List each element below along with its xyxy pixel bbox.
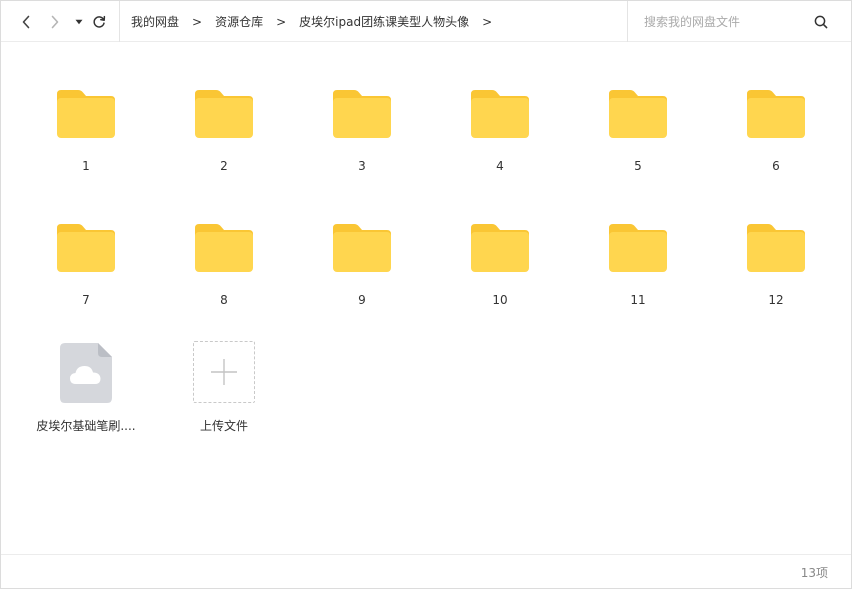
- folder-item[interactable]: 7: [26, 207, 146, 317]
- folder-item[interactable]: 1: [26, 73, 146, 183]
- search-input[interactable]: [644, 14, 804, 29]
- folder-icon: [747, 90, 805, 138]
- item-thumbnail: [194, 73, 254, 139]
- status-bar: 13项: [1, 554, 851, 588]
- folder-icon: [57, 224, 115, 272]
- breadcrumb-separator: >: [276, 14, 287, 29]
- item-name: 12: [768, 293, 784, 307]
- folder-item[interactable]: 3: [302, 73, 422, 183]
- item-name: 10: [492, 293, 508, 307]
- file-grid: 1 2 3 4 5 6 7 8 9 10 11 12 皮埃尔基础笔刷.... 上传文件: [1, 43, 851, 553]
- folder-item[interactable]: 11: [578, 207, 698, 317]
- folder-item[interactable]: 12: [716, 207, 836, 317]
- item-name: 6: [772, 159, 780, 173]
- upload-box[interactable]: [193, 341, 255, 403]
- item-name: 11: [630, 293, 646, 307]
- item-name: 2: [220, 159, 228, 173]
- item-name: 8: [220, 293, 228, 307]
- item-thumbnail: [608, 73, 668, 139]
- item-name: 5: [634, 159, 642, 173]
- file-browser-window: 我的网盘 > 资源仓库 > 皮埃尔ipad团练课美型人物头像 > 1234567…: [0, 0, 852, 589]
- folder-icon: [609, 90, 667, 138]
- toolbar: 我的网盘 > 资源仓库 > 皮埃尔ipad团练课美型人物头像 >: [1, 1, 851, 42]
- folder-icon: [195, 90, 253, 138]
- item-thumbnail: [746, 73, 806, 139]
- item-thumbnail: [470, 207, 530, 273]
- folder-item[interactable]: 2: [164, 73, 284, 183]
- folder-item[interactable]: 10: [440, 207, 560, 317]
- chevron-left-icon: [22, 15, 30, 29]
- item-name: 1: [82, 159, 90, 173]
- folder-item[interactable]: 6: [716, 73, 836, 183]
- folder-icon: [747, 224, 805, 272]
- file-item[interactable]: 皮埃尔基础笔刷....: [26, 337, 146, 447]
- item-thumbnail: [746, 207, 806, 273]
- folder-icon: [333, 224, 391, 272]
- history-dropdown-button[interactable]: [70, 13, 88, 31]
- item-thumbnail: [194, 207, 254, 273]
- search-icon[interactable]: [814, 14, 828, 33]
- folder-icon: [609, 224, 667, 272]
- item-thumbnail: [56, 73, 116, 139]
- item-count: 13项: [800, 566, 828, 580]
- plus-icon: [211, 359, 237, 385]
- breadcrumb-separator[interactable]: >: [482, 15, 492, 29]
- item-thumbnail: [56, 207, 116, 273]
- item-thumbnail: [60, 337, 112, 403]
- folder-icon: [471, 224, 529, 272]
- folder-item[interactable]: 9: [302, 207, 422, 317]
- breadcrumb-item-resources[interactable]: 资源仓库: [215, 13, 263, 30]
- breadcrumb-item-current[interactable]: 皮埃尔ipad团练课美型人物头像: [299, 13, 469, 30]
- breadcrumb-separator: >: [192, 14, 203, 29]
- search-box: [627, 1, 852, 42]
- breadcrumb: 我的网盘 > 资源仓库 > 皮埃尔ipad团练课美型人物头像 >: [119, 1, 505, 42]
- item-name: 7: [82, 293, 90, 307]
- forward-button[interactable]: [46, 13, 64, 31]
- folder-icon: [195, 224, 253, 272]
- folder-icon: [471, 90, 529, 138]
- item-thumbnail: [332, 73, 392, 139]
- back-button[interactable]: [17, 13, 35, 31]
- item-thumbnail: [470, 73, 530, 139]
- folder-icon: [333, 90, 391, 138]
- item-thumbnail: [608, 207, 668, 273]
- folder-item[interactable]: 5: [578, 73, 698, 183]
- refresh-button[interactable]: [90, 13, 108, 31]
- item-name: 9: [358, 293, 366, 307]
- upload-file-label: 上传文件: [199, 419, 248, 433]
- breadcrumb-item-root[interactable]: 我的网盘: [131, 13, 179, 30]
- folder-item[interactable]: 8: [164, 207, 284, 317]
- item-name: 皮埃尔基础笔刷....: [36, 419, 136, 433]
- refresh-icon: [93, 15, 106, 28]
- folder-item[interactable]: 4: [440, 73, 560, 183]
- item-thumbnail: [332, 207, 392, 273]
- chevron-right-icon: [51, 15, 59, 29]
- item-name: 4: [496, 159, 504, 173]
- caret-down-icon: [75, 19, 83, 25]
- cloud-file-icon: [60, 343, 112, 403]
- folder-icon: [57, 90, 115, 138]
- item-name: 3: [358, 159, 366, 173]
- upload-file-tile[interactable]: 上传文件: [164, 337, 284, 447]
